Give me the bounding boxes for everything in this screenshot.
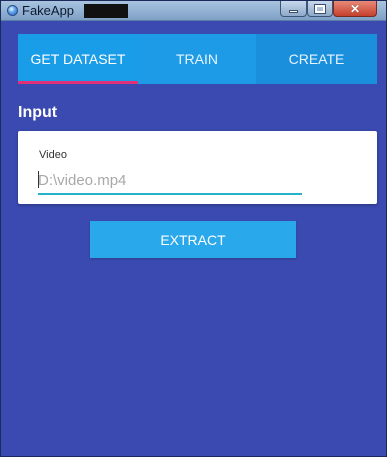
tab-label: CREATE xyxy=(288,51,345,67)
app-window: FakeApp ✕ GET DATASET TRAIN CREATE Input… xyxy=(0,0,387,457)
video-path-input[interactable] xyxy=(38,167,302,193)
close-icon: ✕ xyxy=(349,1,361,16)
app-icon xyxy=(7,5,18,16)
tab-create[interactable]: CREATE xyxy=(256,34,377,84)
tab-label: GET DATASET xyxy=(30,51,126,67)
maximize-button[interactable] xyxy=(307,1,333,17)
active-tab-indicator xyxy=(18,81,138,84)
minimize-button[interactable] xyxy=(280,1,307,17)
tab-label: TRAIN xyxy=(176,51,218,67)
text-caret xyxy=(38,171,39,188)
video-field-underline xyxy=(38,193,302,195)
tab-train[interactable]: TRAIN xyxy=(138,34,256,84)
section-title: Input xyxy=(18,104,58,121)
title-bar[interactable]: FakeApp ✕ xyxy=(1,1,386,21)
window-title: FakeApp xyxy=(22,3,75,18)
extract-button[interactable]: EXTRACT xyxy=(90,221,296,258)
video-field-label: Video xyxy=(39,149,67,161)
tab-bar: GET DATASET TRAIN CREATE xyxy=(18,34,377,84)
maximize-icon xyxy=(314,3,326,14)
close-button[interactable]: ✕ xyxy=(333,1,377,17)
minimize-icon xyxy=(289,10,298,13)
redacted-title-block xyxy=(84,4,128,18)
input-card: Video xyxy=(18,131,377,204)
tab-get-dataset[interactable]: GET DATASET xyxy=(18,34,138,84)
